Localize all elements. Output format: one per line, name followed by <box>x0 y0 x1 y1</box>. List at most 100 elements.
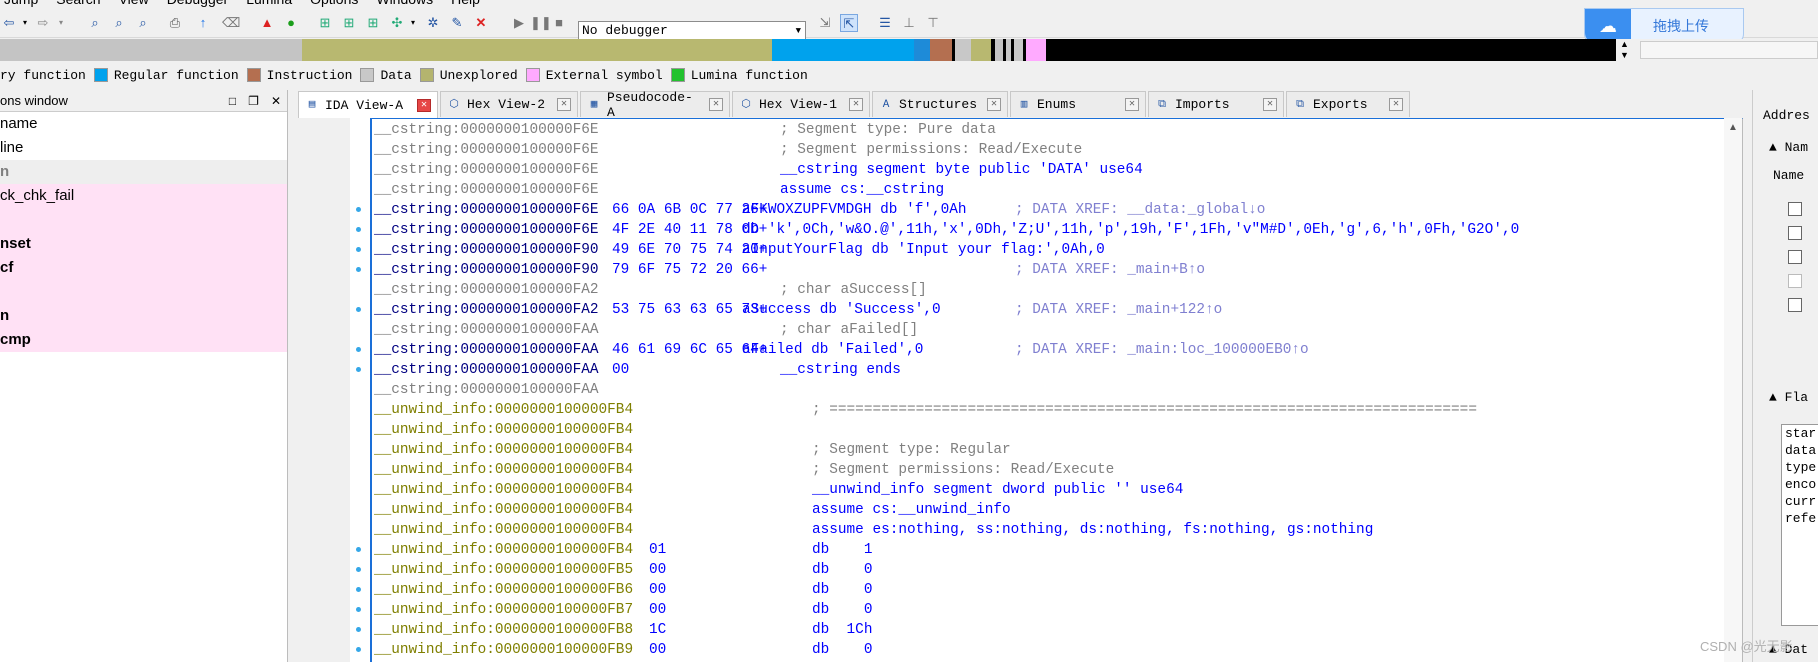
disasm-line[interactable]: __cstring:0000000100000F6E 4F 2E 40 11 78… <box>374 220 1744 240</box>
disasm-line[interactable]: __cstring:0000000100000FAA ; char aFailed… <box>374 320 1744 340</box>
disasm-line[interactable]: __cstring:0000000100000FAA 46 61 69 6C 65… <box>374 340 1744 360</box>
disasm-line[interactable]: __cstring:0000000100000FAA 00 __cstring en… <box>374 360 1744 380</box>
function-row[interactable]: line <box>0 136 287 160</box>
disasm-line[interactable]: __cstring:0000000100000F90 49 6E 70 75 74… <box>374 240 1744 260</box>
menu-item[interactable]: Jump <box>4 0 38 6</box>
jump-up-icon[interactable]: ↑ <box>194 14 212 32</box>
option-checkbox-4[interactable] <box>1788 274 1802 288</box>
breakpoint-dot[interactable] <box>356 307 361 312</box>
add-struct-icon[interactable]: ⊞ <box>364 14 382 32</box>
flags-textbox[interactable]: star data type enco curr refe <box>1781 424 1818 626</box>
disasm-line[interactable]: __unwind_info:0000000100000FB8 1C db 1Ch <box>374 620 1744 640</box>
menu-item[interactable]: View <box>119 0 149 6</box>
option-checkbox-5[interactable] <box>1788 298 1802 312</box>
tab-exports[interactable]: ⧉ Exports ✕ <box>1286 91 1410 117</box>
function-row[interactable]: ck_chk_fail <box>0 184 287 208</box>
tab-close-icon[interactable]: ✕ <box>709 98 723 111</box>
disasm-line[interactable]: __unwind_info:0000000100000FB4 ; ========… <box>374 400 1744 420</box>
breakpoint-dot[interactable] <box>356 367 361 372</box>
warning-icon[interactable]: ▲ <box>258 14 276 32</box>
disasm-line[interactable]: __unwind_info:0000000100000FB4 ; Segment … <box>374 460 1744 480</box>
back-dropdown-icon[interactable]: ▾ <box>16 14 34 32</box>
erase-icon[interactable]: ⌫ <box>222 14 240 32</box>
breakpoint-dot[interactable] <box>356 347 361 352</box>
disasm-line[interactable]: __cstring:0000000100000F6E 66 0A 6B 0C 77… <box>374 200 1744 220</box>
tab-close-icon[interactable]: ✕ <box>557 98 571 111</box>
tab-close-icon[interactable]: ✕ <box>1263 98 1277 111</box>
function-row[interactable]: n <box>0 304 287 328</box>
collapse-icon[interactable]: ▲ <box>1769 390 1777 405</box>
breakpoint-dot[interactable] <box>356 247 361 252</box>
option-checkbox-2[interactable] <box>1788 226 1802 240</box>
tab-imports[interactable]: ⧉ Imports ✕ <box>1148 91 1284 117</box>
scroll-up-icon[interactable]: ▲ <box>1728 122 1738 133</box>
play-icon[interactable]: ▶ <box>510 14 528 32</box>
pause-icon[interactable]: ❚❚ <box>530 14 552 32</box>
disasm-line[interactable]: __cstring:0000000100000FA2 53 75 63 63 65… <box>374 300 1744 320</box>
search-binary-icon[interactable]: ⌕ <box>134 14 152 32</box>
breakpoint-dot[interactable] <box>356 627 361 632</box>
breakpoint-dot[interactable] <box>356 647 361 652</box>
function-row[interactable]: nset <box>0 232 287 256</box>
move-dropdown-icon[interactable]: ▾ <box>404 14 422 32</box>
menu-item[interactable]: Lumina <box>246 0 292 6</box>
green-circle-icon[interactable]: ● <box>282 14 300 32</box>
menu-item[interactable]: Debugger <box>167 0 229 6</box>
vertical-scrollbar[interactable]: ▲ <box>1724 118 1742 662</box>
disasm-line[interactable]: __unwind_info:0000000100000FB6 00 db 0 <box>374 580 1744 600</box>
tab-hex-view-1[interactable]: ⬡ Hex View-1 ✕ <box>732 91 870 117</box>
menu-item[interactable]: Options <box>310 0 358 6</box>
tab-ida-view-a[interactable]: ▤ IDA View-A ✕ <box>298 91 438 118</box>
disasm-line[interactable]: __cstring:0000000100000F6E __cstring segm… <box>374 160 1744 180</box>
tab-pseudocode-a[interactable]: ▦ Pseudocode-A ✕ <box>580 90 730 120</box>
tab-close-icon[interactable]: ✕ <box>417 98 431 112</box>
disasm-line[interactable]: __unwind_info:0000000100000FB7 00 db 0 <box>374 600 1744 620</box>
menu-item[interactable]: Help <box>451 0 480 6</box>
disasm-line[interactable]: __unwind_info:0000000100000FB4 <box>374 420 1744 440</box>
add-data-icon[interactable]: ⊞ <box>340 14 358 32</box>
menu-item[interactable]: Windows <box>376 0 433 6</box>
minimize-icon[interactable]: □ <box>229 90 236 112</box>
function-row[interactable]: cmp <box>0 328 287 352</box>
disasm-line[interactable]: __cstring:0000000100000F6E ; Segment type… <box>374 120 1744 140</box>
forward-arrow-icon[interactable]: ⇨ <box>34 14 52 32</box>
tree-icon[interactable]: ⊤ <box>924 14 942 32</box>
close-icon[interactable]: ✕ <box>271 90 281 112</box>
disasm-line[interactable]: __unwind_info:0000000100000FB9 00 db 0 <box>374 640 1744 660</box>
breakpoint-dot[interactable] <box>356 207 361 212</box>
binoculars-icon[interactable]: ⌕ <box>86 14 104 32</box>
breakpoint-dot[interactable] <box>356 227 361 232</box>
search-text-icon[interactable]: ⌕ <box>110 14 128 32</box>
disasm-line[interactable]: __unwind_info:0000000100000FB4 assume cs:… <box>374 500 1744 520</box>
gear-nodes-icon[interactable]: ✲ <box>424 14 442 32</box>
disasm-line[interactable]: __unwind_info:0000000100000FB4 ; Segment … <box>374 440 1744 460</box>
step-into-icon[interactable]: ⇲ <box>816 14 834 32</box>
tab-close-icon[interactable]: ✕ <box>987 98 1001 111</box>
tab-close-icon[interactable]: ✕ <box>1125 98 1139 111</box>
tab-hex-view-2[interactable]: ⬡ Hex View-2 ✕ <box>440 91 578 117</box>
edit-icon[interactable]: ✎ <box>448 14 466 32</box>
function-row[interactable] <box>0 208 287 232</box>
breakpoint-dot[interactable] <box>356 587 361 592</box>
tab-structures[interactable]: A Structures ✕ <box>872 91 1008 117</box>
breakpoint-dot[interactable] <box>356 607 361 612</box>
print-icon[interactable]: ⎙ <box>166 14 184 32</box>
restore-icon[interactable]: ❐ <box>248 90 259 112</box>
graph-icon[interactable]: ⊥ <box>900 14 918 32</box>
step-over-icon[interactable]: ⇱ <box>840 14 858 32</box>
breakpoint-dot[interactable] <box>356 567 361 572</box>
disasm-line[interactable]: __unwind_info:0000000100000FB4 assume es:… <box>374 520 1744 540</box>
function-row[interactable] <box>0 280 287 304</box>
debugger-select[interactable]: No debugger ▼ <box>578 21 806 41</box>
function-list-header[interactable]: name <box>0 112 287 136</box>
stop-icon[interactable]: ■ <box>550 14 568 32</box>
disasm-line[interactable]: __unwind_info:0000000100000FB5 00 db 0 <box>374 560 1744 580</box>
close-red-icon[interactable]: ✕ <box>472 14 490 32</box>
tab-enums[interactable]: ▥ Enums ✕ <box>1010 91 1146 117</box>
disasm-line[interactable]: __unwind_info:0000000100000FB4 __unwind_i… <box>374 480 1744 500</box>
tab-close-icon[interactable]: ✕ <box>1389 98 1403 111</box>
forward-dropdown-icon[interactable]: ▾ <box>52 14 70 32</box>
breakpoint-dot[interactable] <box>356 267 361 272</box>
disasm-line[interactable]: __cstring:0000000100000FAA <box>374 380 1744 400</box>
collapse-icon[interactable]: ▲ <box>1769 140 1777 155</box>
